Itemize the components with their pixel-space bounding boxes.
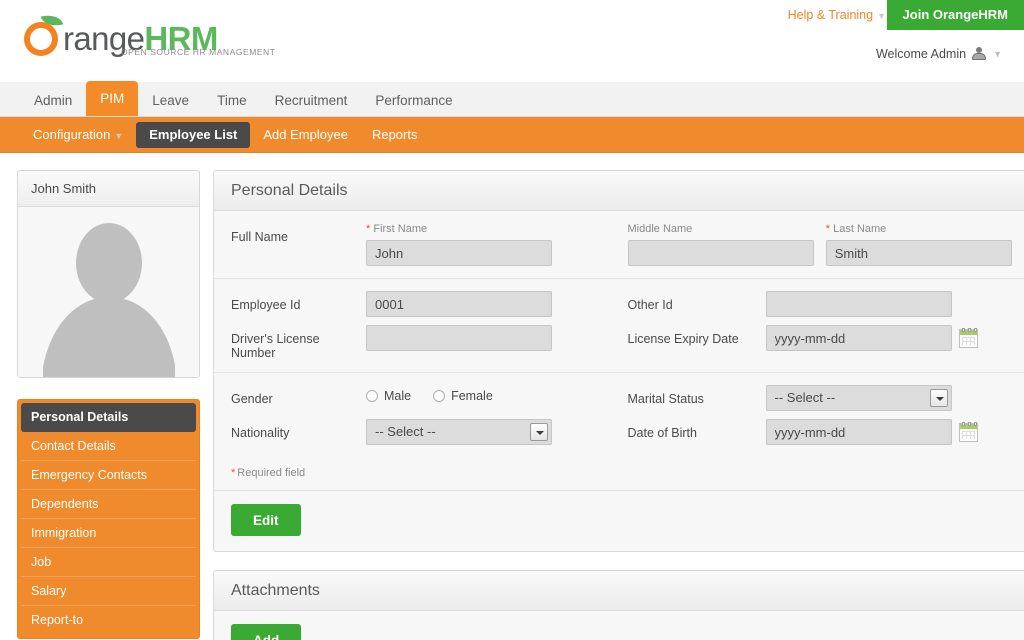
chevron-down-icon: ▼ — [877, 11, 886, 21]
required-asterisk: * — [366, 223, 370, 235]
sidebar-item-report-to[interactable]: Report-to — [21, 606, 196, 635]
logo-tagline: OPEN SOURCE HR MANAGEMENT — [121, 48, 276, 57]
required-asterisk: * — [231, 467, 235, 479]
license-expiry-input[interactable] — [766, 325, 952, 351]
date-of-birth-input[interactable] — [766, 419, 952, 445]
nav-item-admin[interactable]: Admin — [20, 86, 86, 116]
chevron-down-icon: ▼ — [114, 131, 123, 141]
orange-fruit-icon — [22, 14, 62, 56]
radio-unchecked-icon — [366, 390, 378, 402]
employee-photo-area[interactable] — [18, 207, 199, 377]
gender-label: Gender — [231, 385, 366, 406]
employee-id-input[interactable] — [366, 291, 552, 317]
logo-wordmark: rangeHRM OPEN SOURCE HR MANAGEMENT — [63, 14, 218, 55]
marital-status-select[interactable]: -- Select -- — [766, 385, 952, 411]
sub-navigation: Configuration ▼ Employee List Add Employe… — [0, 117, 1024, 153]
personal-details-actions: Edit — [214, 491, 1024, 551]
sidebar-item-contact-details[interactable]: Contact Details — [21, 432, 196, 461]
gender-male-radio[interactable]: Male — [366, 389, 411, 403]
marital-status-label: Marital Status — [628, 385, 766, 406]
other-id-input[interactable] — [766, 291, 952, 317]
employee-id-label: Employee Id — [231, 291, 366, 312]
drivers-license-row: Driver's License Number License Expiry D… — [214, 321, 1024, 373]
required-field-note: *Required field — [214, 457, 1024, 491]
nationality-value: -- Select -- — [375, 424, 436, 439]
nationality-row: Nationality -- Select -- Date of Birth — [214, 415, 1024, 457]
sidebar-item-dependents[interactable]: Dependents — [21, 490, 196, 519]
marital-status-value: -- Select -- — [775, 390, 836, 405]
full-name-row: Full Name * First Name Middle Name — [214, 211, 1024, 279]
calendar-icon[interactable] — [959, 423, 978, 442]
last-name-sublabel: * Last Name — [826, 223, 1024, 236]
employee-detail-menu: Personal Details Contact Details Emergen… — [17, 399, 200, 639]
middle-name-input[interactable] — [628, 240, 814, 266]
nationality-label: Nationality — [231, 419, 366, 440]
license-expiry-label: License Expiry Date — [628, 325, 766, 346]
orangehrm-logo[interactable]: rangeHRM OPEN SOURCE HR MANAGEMENT — [22, 14, 218, 56]
subnav-configuration-label: Configuration — [33, 127, 110, 142]
welcome-label: Welcome Admin — [876, 47, 966, 61]
chevron-down-icon — [530, 423, 548, 441]
help-and-training-label: Help & Training — [788, 8, 873, 22]
radio-unchecked-icon — [433, 390, 445, 402]
nav-item-pim[interactable]: PIM — [86, 81, 138, 116]
user-avatar-icon — [972, 47, 986, 61]
personal-details-title: Personal Details — [214, 171, 1024, 211]
join-orangehrm-button[interactable]: Join OrangeHRM — [887, 0, 1024, 30]
main-navigation: Admin PIM Leave Time Recruitment Perform… — [0, 82, 1024, 117]
help-and-training-link[interactable]: Help & Training ▼ — [788, 8, 886, 22]
edit-button[interactable]: Edit — [231, 504, 301, 536]
subnav-item-reports[interactable]: Reports — [361, 122, 429, 148]
page-body: John Smith Personal Details Contact Deta… — [0, 153, 1024, 640]
first-name-sublabel: * First Name — [366, 223, 628, 236]
subnav-item-add-employee[interactable]: Add Employee — [252, 122, 359, 148]
personal-details-panel: Personal Details Full Name * First Name … — [213, 170, 1024, 552]
first-name-input[interactable] — [366, 240, 552, 266]
drivers-license-input[interactable] — [366, 325, 552, 351]
welcome-user-menu[interactable]: Welcome Admin ▼ — [876, 47, 1002, 61]
subnav-item-employee-list[interactable]: Employee List — [136, 122, 250, 148]
nationality-select[interactable]: -- Select -- — [366, 419, 552, 445]
subnav-item-configuration[interactable]: Configuration ▼ — [22, 122, 134, 148]
chevron-down-icon: ▼ — [993, 49, 1002, 59]
attachments-actions: Add — [214, 611, 1024, 640]
calendar-icon[interactable] — [959, 329, 978, 348]
full-name-label: Full Name — [231, 223, 366, 244]
sidebar-item-personal-details[interactable]: Personal Details — [21, 403, 196, 432]
nav-item-recruitment[interactable]: Recruitment — [261, 86, 362, 116]
employee-id-row: Employee Id Other Id — [214, 279, 1024, 321]
sidebar-item-emergency-contacts[interactable]: Emergency Contacts — [21, 461, 196, 490]
add-attachment-button[interactable]: Add — [231, 624, 301, 640]
nav-item-leave[interactable]: Leave — [138, 86, 203, 116]
main-content: Personal Details Full Name * First Name … — [213, 170, 1024, 640]
sidebar-item-job[interactable]: Job — [21, 548, 196, 577]
gender-female-radio[interactable]: Female — [433, 389, 493, 403]
middle-name-sublabel: Middle Name — [628, 223, 826, 236]
chevron-down-icon — [930, 389, 948, 407]
attachments-panel: Attachments Add — [213, 570, 1024, 640]
date-of-birth-label: Date of Birth — [628, 419, 766, 440]
gender-row: Gender Male Female — [214, 373, 1024, 415]
sidebar-item-salary[interactable]: Salary — [21, 577, 196, 606]
employee-sidebar: John Smith Personal Details Contact Deta… — [17, 170, 200, 640]
gender-female-label: Female — [451, 389, 493, 403]
nav-item-time[interactable]: Time — [203, 86, 261, 116]
gender-male-label: Male — [384, 389, 411, 403]
drivers-license-label: Driver's License Number — [231, 325, 366, 360]
employee-photo-panel: John Smith — [17, 170, 200, 378]
top-bar: rangeHRM OPEN SOURCE HR MANAGEMENT Help … — [0, 0, 1024, 82]
person-silhouette-icon — [29, 217, 189, 377]
required-asterisk: * — [826, 223, 830, 235]
other-id-label: Other Id — [628, 291, 766, 312]
nav-item-performance[interactable]: Performance — [361, 86, 466, 116]
sidebar-item-immigration[interactable]: Immigration — [21, 519, 196, 548]
employee-name-header: John Smith — [18, 171, 199, 207]
attachments-title: Attachments — [214, 571, 1024, 611]
last-name-input[interactable] — [826, 240, 1012, 266]
